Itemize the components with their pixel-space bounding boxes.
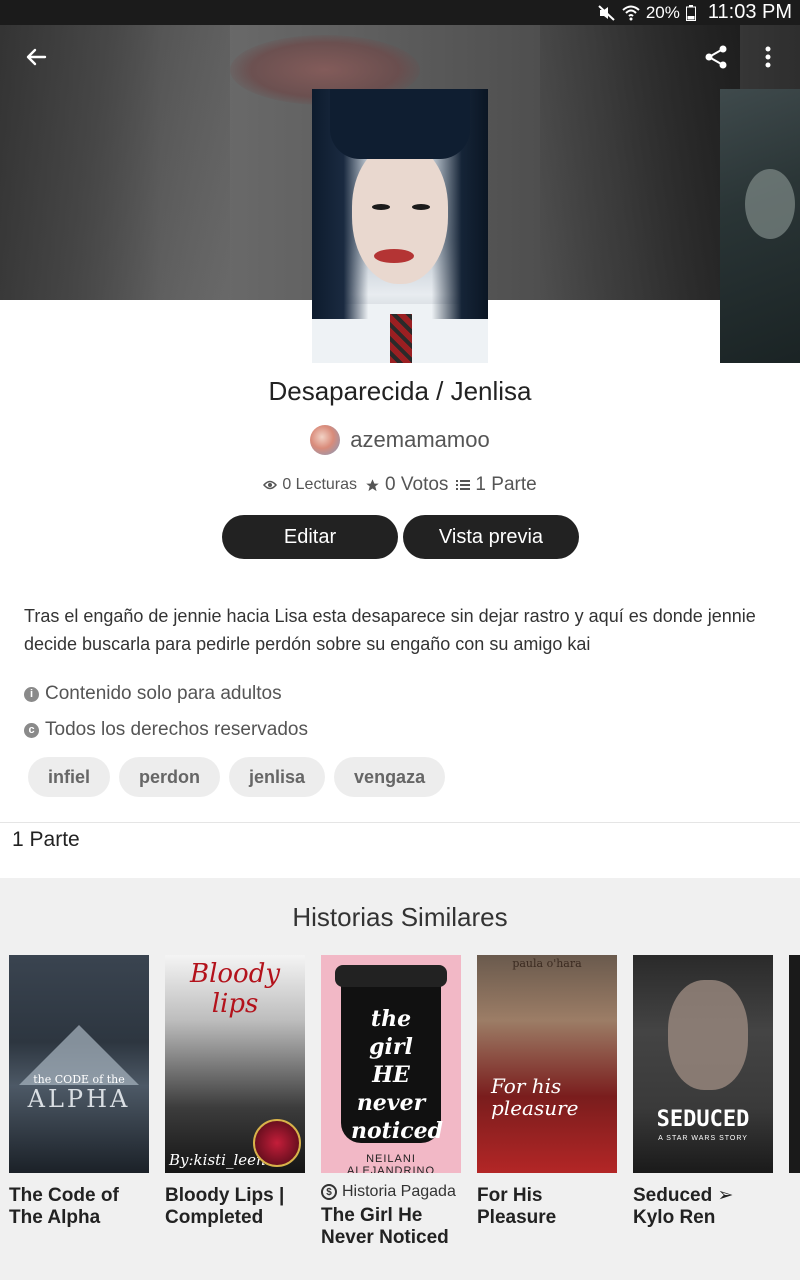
cover-text: the girl HE never noticed <box>351 1006 443 1144</box>
similar-book-card-partial[interactable] <box>789 955 800 1173</box>
similar-book-card[interactable]: SEDUCED A STAR WARS STORY Seduced ➢ Kylo… <box>633 955 773 1229</box>
copyright-notice: c Todos los derechos reservados <box>24 719 308 741</box>
tag-chip[interactable]: jenlisa <box>229 757 326 797</box>
author-name[interactable]: azemamamoo <box>350 427 489 453</box>
list-icon <box>456 480 471 490</box>
mature-label: Contenido solo para adultos <box>45 683 282 704</box>
rights-label: Todos los derechos reservados <box>45 719 308 740</box>
back-button[interactable] <box>16 37 56 77</box>
eye-icon <box>263 480 278 490</box>
cover-face <box>352 144 448 284</box>
battery-percent: 20% <box>645 2 680 22</box>
cover-eye-right <box>412 204 430 210</box>
battery-icon <box>685 4 696 21</box>
share-button[interactable] <box>696 37 736 77</box>
wifi-icon <box>622 5 640 21</box>
votes-stat: 0 Votos <box>365 474 448 496</box>
tag-chip[interactable]: vengaza <box>334 757 446 797</box>
cover-figure <box>668 980 748 1090</box>
back-arrow-icon <box>26 48 47 66</box>
coffee-cup-lid <box>335 965 447 987</box>
reads-count: 0 Lecturas <box>282 476 358 493</box>
author-avatar[interactable] <box>310 425 341 455</box>
tag-chip[interactable]: infiel <box>28 757 111 797</box>
award-badge <box>253 1119 301 1167</box>
action-buttons: Editar Vista previa <box>222 515 579 559</box>
status-indicators: 20% 11:03 PM <box>598 0 792 25</box>
tag-list: infiel perdon jenlisa vengaza <box>28 757 446 797</box>
info-icon: i <box>24 686 39 702</box>
cover-text: SEDUCED <box>656 1107 750 1132</box>
cover-text: paula o'hara <box>512 957 582 970</box>
story-cover[interactable] <box>312 89 488 363</box>
book-title[interactable]: Seduced ➢ Kylo Ren <box>633 1185 773 1229</box>
similar-stories-section: Historias Similares the CODE of the ALPH… <box>0 878 800 1280</box>
next-cover-figure <box>745 169 795 239</box>
cover-text: NEILANI ALEJANDRINO <box>346 1153 436 1173</box>
edit-button[interactable]: Editar <box>222 515 398 559</box>
more-options-button[interactable] <box>748 37 788 77</box>
reads-stat: 0 Lecturas <box>263 476 357 494</box>
cover-lips <box>374 249 414 263</box>
similar-book-card[interactable]: Bloody lips By:kisti_leena Bloody Lips |… <box>165 955 305 1229</box>
book-cover[interactable]: paula o'hara For his pleasure <box>477 955 617 1173</box>
cover-tie <box>390 314 412 363</box>
similar-book-card[interactable]: the CODE of the ALPHA The Code of The Al… <box>9 955 149 1229</box>
story-stats: 0 Lecturas 0 Votos 1 Parte <box>0 474 800 496</box>
parts-section-label[interactable]: 1 Parte <box>12 828 80 852</box>
book-cover[interactable]: the girl HE never noticed NEILANI ALEJAN… <box>321 955 461 1173</box>
story-description: Tras el engaño de jennie hacia Lisa esta… <box>24 606 756 654</box>
more-vert-icon <box>765 46 771 68</box>
book-title[interactable]: The Girl He Never Noticed <box>321 1205 461 1249</box>
similar-book-card[interactable]: paula o'hara For his pleasure For His Pl… <box>477 955 617 1229</box>
book-cover[interactable]: Bloody lips By:kisti_leena <box>165 955 305 1173</box>
clock: 11:03 PM <box>707 1 792 23</box>
next-story-cover[interactable] <box>720 89 800 363</box>
book-title[interactable]: Bloody Lips | Completed <box>165 1185 305 1229</box>
similar-book-card[interactable]: the girl HE never noticed NEILANI ALEJAN… <box>321 955 461 1249</box>
copyright-icon: c <box>24 722 39 738</box>
paid-coin-icon: $ <box>321 1184 337 1200</box>
book-cover[interactable]: the CODE of the ALPHA <box>9 955 149 1173</box>
cover-text: For his pleasure <box>491 1074 579 1120</box>
parts-stat: 1 Parte <box>456 474 537 496</box>
votes-count: 0 Votos <box>385 474 449 495</box>
author-row[interactable]: azemamamoo <box>0 425 800 455</box>
status-bar: 20% 11:03 PM <box>0 0 800 25</box>
story-title: Desaparecida / Jenlisa <box>268 376 532 406</box>
cover-bangs <box>330 89 470 159</box>
book-cover[interactable]: SEDUCED A STAR WARS STORY <box>633 955 773 1173</box>
cover-text: Bloody lips <box>189 959 281 1019</box>
paid-story-label: $ Historia Pagada <box>321 1183 461 1201</box>
cover-text: ALPHA <box>27 1085 131 1113</box>
share-icon <box>705 45 727 69</box>
divider <box>0 822 800 823</box>
mature-content-notice: i Contenido solo para adultos <box>24 683 282 705</box>
parts-count: 1 Parte <box>475 474 537 495</box>
mute-icon <box>598 4 616 21</box>
cover-text: A STAR WARS STORY <box>658 1135 748 1142</box>
similar-stories-title: Historias Similares <box>292 902 508 932</box>
paid-label: Historia Pagada <box>342 1183 456 1200</box>
preview-button[interactable]: Vista previa <box>403 515 579 559</box>
book-title[interactable]: For His Pleasure <box>477 1185 617 1229</box>
star-icon <box>366 478 379 491</box>
tag-chip[interactable]: perdon <box>119 757 221 797</box>
book-cover[interactable] <box>789 955 800 1173</box>
cover-eye-left <box>372 204 390 210</box>
book-title[interactable]: The Code of The Alpha <box>9 1185 149 1229</box>
